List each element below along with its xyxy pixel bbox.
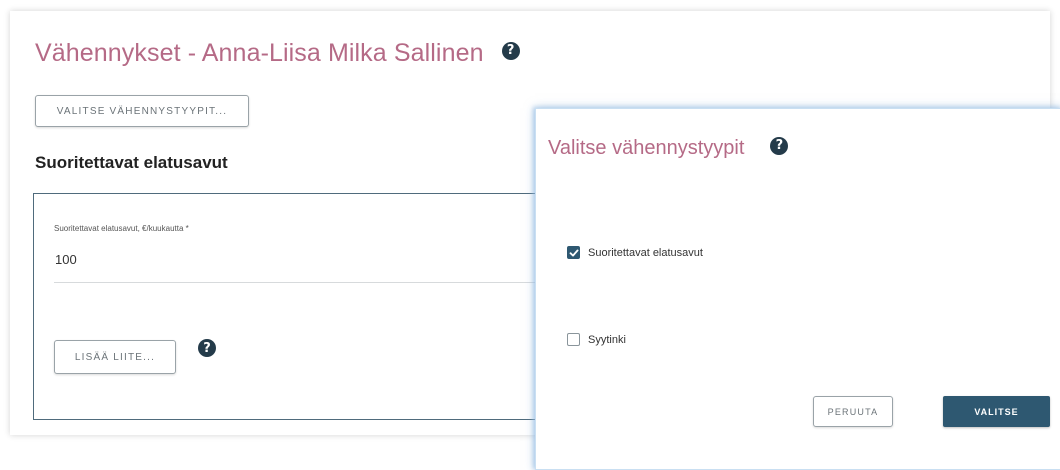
- dialog-title-row: Valitse vähennystyypit ?: [548, 136, 789, 160]
- cancel-button[interactable]: PERUUTA: [813, 396, 893, 427]
- option-syytinki[interactable]: Syytinki: [567, 333, 626, 346]
- page-title-row: Vähennykset - Anna-Liisa Milka Sallinen …: [35, 39, 520, 68]
- option-label: Syytinki: [588, 333, 626, 346]
- alimony-field-label: Suoritettavat elatusavut, €/kuukautta *: [54, 224, 189, 233]
- confirm-button[interactable]: VALITSE: [943, 396, 1050, 427]
- alimony-amount-input[interactable]: 100: [55, 252, 77, 267]
- dialog-help-icon[interactable]: ?: [770, 136, 789, 155]
- alimony-checkbox[interactable]: [567, 246, 580, 259]
- check-icon: [569, 249, 578, 256]
- section-title: Suoritettavat elatusavut: [35, 153, 228, 172]
- select-deduction-types-button[interactable]: VALITSE VÄHENNYSTYYPIT...: [35, 95, 249, 127]
- add-attachment-button[interactable]: LISÄÄ LIITE...: [54, 340, 176, 374]
- select-types-dialog: Valitse vähennystyypit ? Suoritettavat e…: [535, 108, 1060, 470]
- attachment-help-icon[interactable]: ?: [198, 339, 216, 357]
- dialog-title: Valitse vähennystyypit: [548, 137, 745, 159]
- page-title: Vähennykset - Anna-Liisa Milka Sallinen: [35, 39, 484, 67]
- option-label: Suoritettavat elatusavut: [588, 246, 703, 259]
- help-icon[interactable]: ?: [501, 41, 520, 60]
- option-alimony[interactable]: Suoritettavat elatusavut: [567, 246, 703, 259]
- syytinki-checkbox[interactable]: [567, 333, 580, 346]
